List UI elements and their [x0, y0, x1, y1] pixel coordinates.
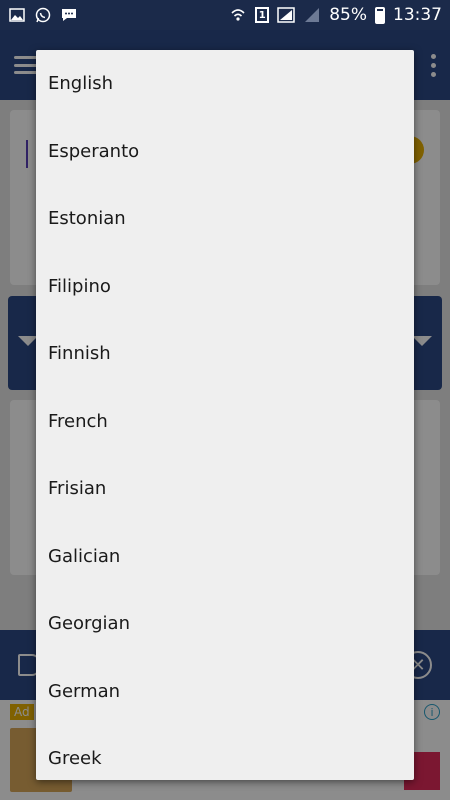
- battery-percent: 85%: [329, 5, 367, 25]
- clock: 13:37: [393, 5, 442, 25]
- battery-icon: [375, 6, 385, 24]
- language-option[interactable]: Filipino: [36, 253, 414, 321]
- data-signal-icon: [277, 7, 295, 23]
- sim-indicator: 1: [255, 7, 270, 23]
- language-option[interactable]: French: [36, 388, 414, 456]
- language-option[interactable]: Estonian: [36, 185, 414, 253]
- language-option[interactable]: Galician: [36, 523, 414, 591]
- language-option[interactable]: English: [36, 50, 414, 118]
- messenger-icon: [60, 7, 78, 23]
- language-option[interactable]: German: [36, 658, 414, 726]
- language-option[interactable]: Esperanto: [36, 118, 414, 186]
- language-option[interactable]: Frisian: [36, 455, 414, 523]
- language-dropdown-list: English Esperanto Estonian Filipino Finn…: [36, 50, 414, 780]
- gallery-icon: [8, 7, 26, 23]
- language-option[interactable]: Greek: [36, 725, 414, 780]
- wifi-calling-icon: [229, 7, 247, 23]
- language-option[interactable]: Georgian: [36, 590, 414, 658]
- whatsapp-icon: [34, 7, 52, 23]
- language-option[interactable]: Finnish: [36, 320, 414, 388]
- cell-signal-icon: [303, 7, 321, 23]
- status-bar: 1 85% 13:37: [0, 0, 450, 30]
- status-left: [8, 7, 78, 23]
- status-right: 1 85% 13:37: [229, 5, 442, 25]
